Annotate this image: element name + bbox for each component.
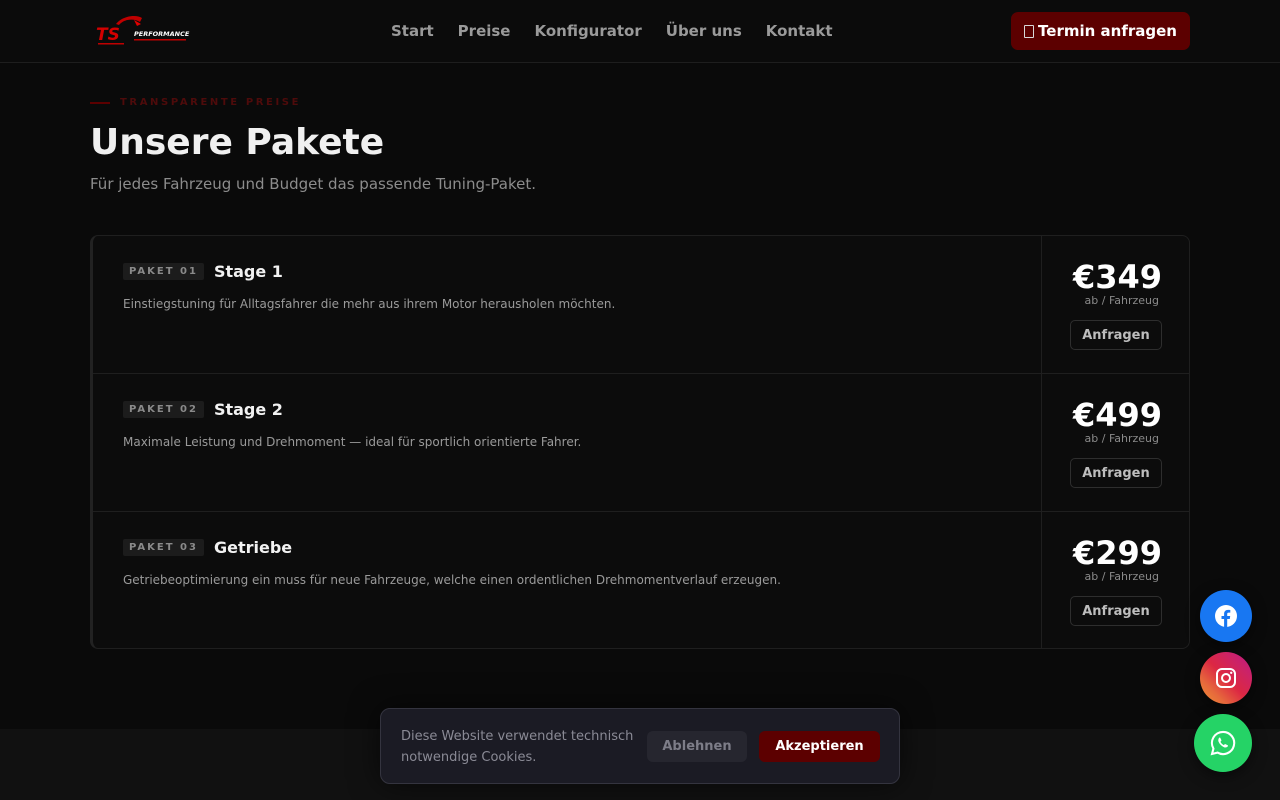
cookie-text: Diese Website verwendet technisch notwen… <box>401 729 634 765</box>
page-title: Unsere Pakete <box>90 122 385 163</box>
package-price-column: €299 ab / Fahrzeug Anfragen <box>1041 512 1189 648</box>
package-card: PAKET 01 Stage 1 Einstiegstuning für All… <box>93 236 1189 374</box>
section-eyebrow: TRANSPARENTE PREISE <box>90 97 301 108</box>
package-price-column: €499 ab / Fahrzeug Anfragen <box>1041 374 1189 511</box>
anfragen-button[interactable]: Anfragen <box>1070 596 1162 626</box>
page-subtitle: Für jedes Fahrzeug und Budget das passen… <box>90 175 537 193</box>
cookie-accept-button[interactable]: Akzeptieren <box>759 731 880 762</box>
package-description: Getriebeoptimierung ein muss für neue Fa… <box>123 573 781 587</box>
package-info: PAKET 01 Stage 1 Einstiegstuning für All… <box>123 262 1023 311</box>
package-price: €349 <box>1072 258 1162 296</box>
instagram-button[interactable] <box>1200 652 1252 704</box>
termin-anfragen-label: Termin anfragen <box>1038 22 1177 40</box>
package-name: Stage 1 <box>213 262 283 281</box>
package-info: PAKET 03 Getriebe Getriebeoptimierung ei… <box>123 538 1023 587</box>
calendar-icon <box>1024 24 1035 38</box>
whatsapp-button[interactable] <box>1194 714 1252 772</box>
eyebrow-text: TRANSPARENTE PREISE <box>120 97 302 108</box>
logo-ts-text: TS <box>96 25 120 45</box>
package-info: PAKET 02 Stage 2 Maximale Leistung und D… <box>123 400 1023 449</box>
package-name: Stage 2 <box>213 400 283 419</box>
nav-konfigurator[interactable]: Konfigurator <box>534 21 641 41</box>
whatsapp-icon <box>1210 730 1236 756</box>
page: TS PERFORMANCE Start Preise Konfigurator… <box>0 0 1280 800</box>
package-price: €299 <box>1072 534 1162 572</box>
cookie-decline-button[interactable]: Ablehnen <box>647 731 747 762</box>
package-price-unit: ab / Fahrzeug <box>1084 570 1159 583</box>
logo-graphic: TS PERFORMANCE <box>96 16 190 45</box>
package-price-unit: ab / Fahrzeug <box>1084 432 1159 445</box>
package-badge: PAKET 03 <box>123 539 204 556</box>
nav-preise[interactable]: Preise <box>458 21 511 41</box>
package-description: Einstiegstuning für Alltagsfahrer die me… <box>123 297 616 311</box>
anfragen-button[interactable]: Anfragen <box>1070 320 1162 350</box>
package-name: Getriebe <box>213 538 293 557</box>
package-price-unit: ab / Fahrzeug <box>1084 294 1159 307</box>
package-badge: PAKET 01 <box>123 263 204 280</box>
nav-start[interactable]: Start <box>391 21 434 41</box>
instagram-icon <box>1216 668 1236 688</box>
facebook-icon <box>1215 605 1237 627</box>
main-nav: Start Preise Konfigurator Über uns Konta… <box>391 21 833 41</box>
brand-logo[interactable]: TS PERFORMANCE <box>94 14 192 48</box>
eyebrow-line <box>90 101 110 104</box>
package-card: PAKET 02 Stage 2 Maximale Leistung und D… <box>93 374 1189 512</box>
nav-ueber-uns[interactable]: Über uns <box>666 21 742 41</box>
facebook-button[interactable] <box>1200 590 1252 642</box>
packages-list: PAKET 01 Stage 1 Einstiegstuning für All… <box>90 235 1190 649</box>
package-price-column: €349 ab / Fahrzeug Anfragen <box>1041 236 1189 373</box>
package-card: PAKET 03 Getriebe Getriebeoptimierung ei… <box>93 512 1189 648</box>
termin-anfragen-button[interactable]: Termin anfragen <box>1011 12 1190 50</box>
site-header: TS PERFORMANCE Start Preise Konfigurator… <box>0 0 1280 63</box>
logo-performance-text: PERFORMANCE <box>134 30 190 38</box>
anfragen-button[interactable]: Anfragen <box>1070 458 1162 488</box>
nav-kontakt[interactable]: Kontakt <box>766 21 833 41</box>
package-description: Maximale Leistung und Drehmoment — ideal… <box>123 435 582 449</box>
package-price: €499 <box>1072 396 1162 434</box>
cookie-banner: Diese Website verwendet technisch notwen… <box>380 708 900 784</box>
package-badge: PAKET 02 <box>123 401 204 418</box>
